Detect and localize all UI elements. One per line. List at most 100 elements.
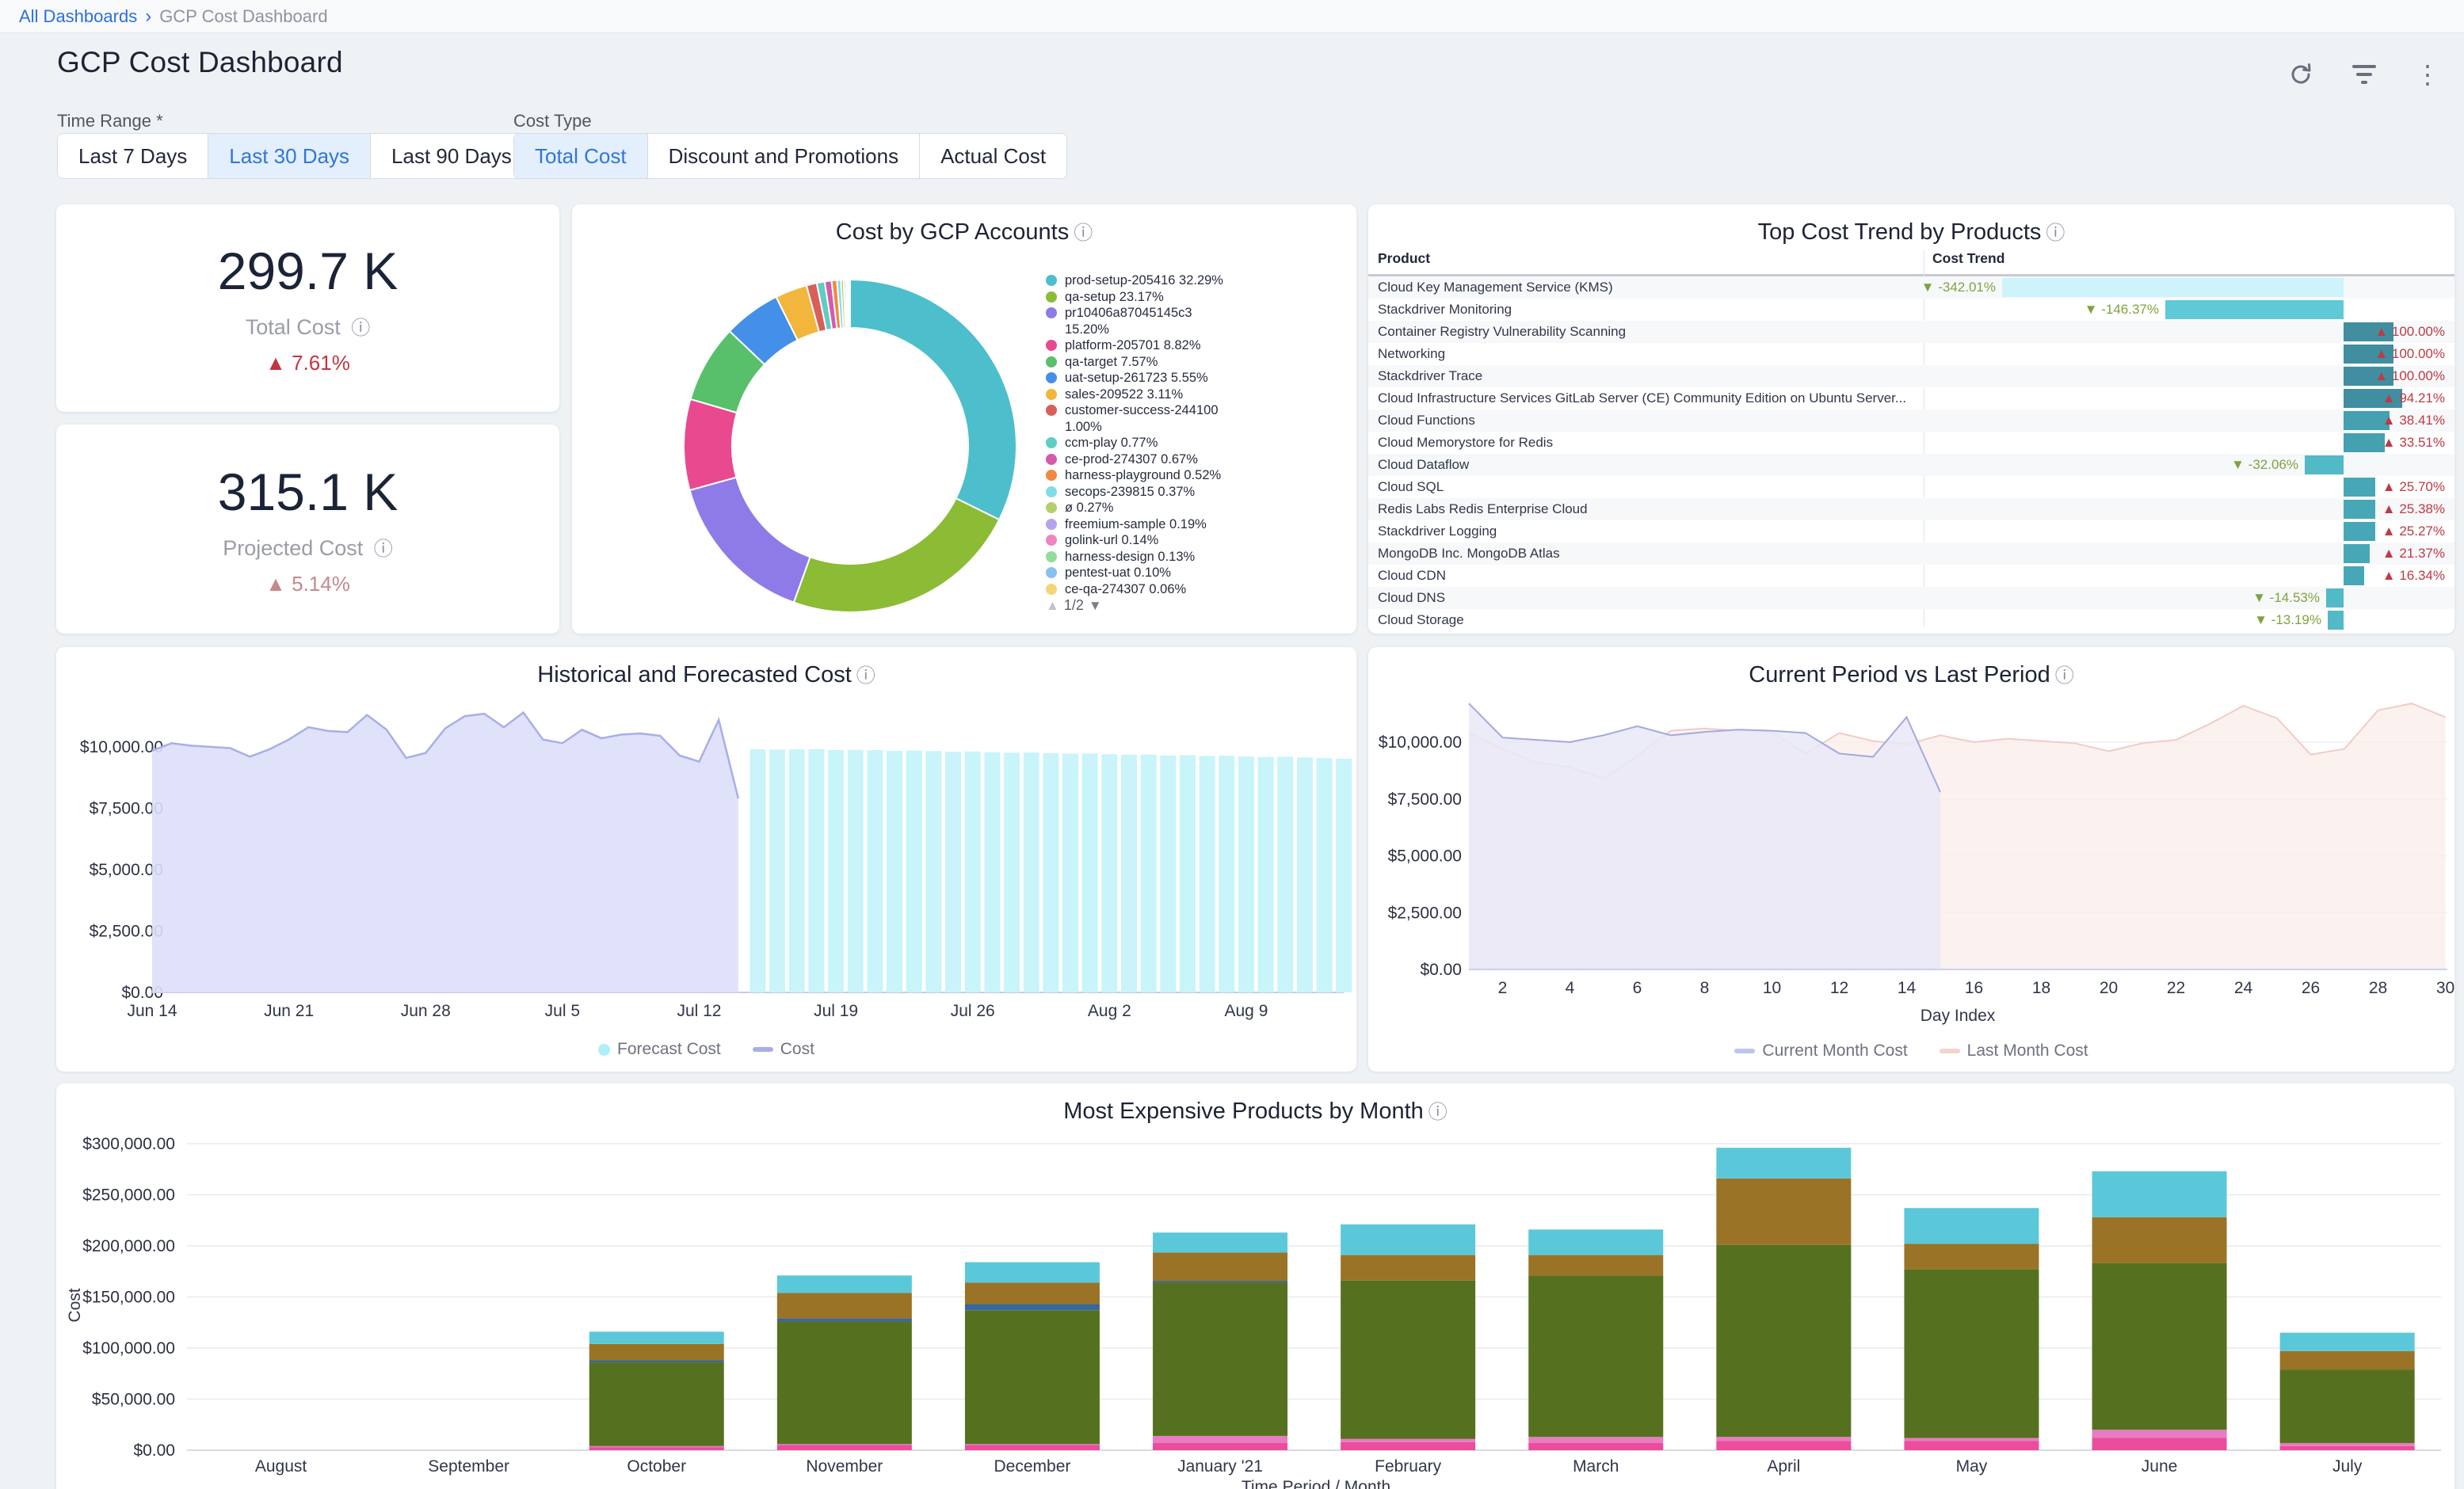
stacked-bar-segment[interactable]	[965, 1262, 1100, 1283]
stacked-bar-segment[interactable]	[1341, 1439, 1475, 1442]
legend-item[interactable]: Last Month Cost	[1940, 1042, 2088, 1061]
pager-up-icon[interactable]: ▲	[1046, 598, 1059, 614]
stacked-bar-segment[interactable]	[1341, 1255, 1475, 1281]
stacked-bar-segment[interactable]	[2280, 1446, 2415, 1450]
stacked-bar-segment[interactable]	[2092, 1171, 2227, 1217]
donut-slice[interactable]	[849, 280, 850, 328]
stacked-bar-segment[interactable]	[2280, 1333, 2415, 1351]
stacked-bar-segment[interactable]	[1341, 1281, 1475, 1439]
stacked-bar-segment[interactable]	[1153, 1232, 1287, 1252]
stacked-bar-segment[interactable]	[2280, 1443, 2415, 1446]
info-icon[interactable]: ⓘ	[2046, 223, 2065, 244]
donut-legend-item[interactable]: freemium-sample 0.19%	[1046, 516, 1347, 533]
stacked-bar-segment[interactable]	[1904, 1208, 2039, 1243]
cost-type-option[interactable]: Actual Cost	[920, 134, 1066, 178]
donut-legend-item[interactable]: qa-setup 23.17%	[1046, 289, 1347, 306]
stacked-bar-segment[interactable]	[2092, 1217, 2227, 1263]
stacked-bar-segment[interactable]	[1341, 1224, 1475, 1255]
stacked-bar-segment[interactable]	[777, 1444, 912, 1445]
donut-legend-item[interactable]: harness-design 0.13%	[1046, 549, 1347, 566]
donut-legend-item[interactable]: ce-qa-274307 0.06%	[1046, 581, 1347, 598]
donut-slice[interactable]	[794, 498, 999, 612]
stacked-bar-segment[interactable]	[2280, 1369, 2415, 1443]
stacked-bar-segment[interactable]	[1528, 1229, 1663, 1255]
donut-legend-item[interactable]: pr10406a87045145c3 15.20%	[1046, 305, 1347, 337]
filter-icon[interactable]	[2350, 60, 2378, 89]
legend-item[interactable]: Forecast Cost	[598, 1040, 721, 1059]
legend-item[interactable]: Current Month Cost	[1734, 1042, 1907, 1061]
donut-slice[interactable]	[690, 478, 811, 603]
stacked-bar-segment[interactable]	[1904, 1243, 2039, 1269]
cost-type-option[interactable]: Discount and Promotions	[648, 134, 920, 178]
stacked-bar-segment[interactable]	[589, 1331, 724, 1343]
stacked-bar-segment[interactable]	[965, 1444, 1100, 1445]
stacked-bar-segment[interactable]	[965, 1282, 1100, 1304]
donut-legend-item[interactable]: uat-setup-261723 5.55%	[1046, 370, 1347, 387]
stacked-bar-segment[interactable]	[777, 1293, 912, 1318]
time-range-option[interactable]: Last 30 Days	[208, 134, 371, 178]
kebab-menu-icon[interactable]: ⋮	[2413, 60, 2442, 89]
donut-legend-item[interactable]: ø 0.27%	[1046, 500, 1347, 516]
donut-legend-item[interactable]: golink-url 0.14%	[1046, 532, 1347, 549]
time-range-option[interactable]: Last 7 Days	[58, 134, 208, 178]
stacked-bar-segment[interactable]	[777, 1319, 912, 1322]
stacked-bar-segment[interactable]	[589, 1344, 724, 1361]
stacked-bar-segment[interactable]	[589, 1362, 724, 1446]
stacked-bar-segment[interactable]	[1528, 1443, 1663, 1450]
stacked-bar-segment[interactable]	[1341, 1442, 1475, 1450]
stacked-bar-segment[interactable]	[589, 1360, 724, 1362]
time-range-option[interactable]: Last 90 Days	[371, 134, 533, 178]
info-icon[interactable]: ⓘ	[374, 539, 393, 560]
stacked-bar-segment[interactable]	[589, 1447, 724, 1450]
stacked-bar-segment[interactable]	[1716, 1437, 1851, 1441]
pager-down-icon[interactable]: ▼	[1089, 598, 1102, 614]
stacked-bar-segment[interactable]	[1153, 1282, 1287, 1436]
stacked-bar-segment[interactable]	[1716, 1148, 1851, 1179]
stacked-bar-segment[interactable]	[1528, 1255, 1663, 1276]
stacked-bar-segment[interactable]	[1716, 1441, 1851, 1450]
stacked-bar-segment[interactable]	[1904, 1270, 2039, 1438]
stacked-bar-segment[interactable]	[1528, 1437, 1663, 1443]
stacked-bar-segment[interactable]	[965, 1445, 1100, 1450]
donut-legend-item[interactable]: pentest-uat 0.10%	[1046, 565, 1347, 581]
donut-slice[interactable]	[850, 280, 1016, 520]
donut-slice[interactable]	[684, 399, 737, 490]
stacked-bar-segment[interactable]	[1716, 1179, 1851, 1245]
stacked-bar-segment[interactable]	[1904, 1441, 2039, 1450]
svg-text:22: 22	[2167, 979, 2185, 997]
donut-legend-item[interactable]: secops-239815 0.37%	[1046, 484, 1347, 501]
donut-legend-item[interactable]: customer-success-244100 1.00%	[1046, 402, 1347, 435]
donut-legend-item[interactable]: ce-prod-274307 0.67%	[1046, 451, 1347, 468]
info-icon[interactable]: ⓘ	[351, 318, 370, 339]
donut-legend-item[interactable]: sales-209522 3.11%	[1046, 387, 1347, 403]
stacked-bar-segment[interactable]	[2092, 1438, 2227, 1450]
stacked-bar-segment[interactable]	[965, 1310, 1100, 1444]
donut-legend-item[interactable]: prod-setup-205416 32.29%	[1046, 272, 1347, 289]
cost-type-option[interactable]: Total Cost	[514, 134, 648, 178]
donut-legend-item[interactable]: ccm-play 0.77%	[1046, 435, 1347, 451]
stacked-bar-segment[interactable]	[1153, 1443, 1287, 1450]
stacked-bar-segment[interactable]	[1153, 1252, 1287, 1281]
breadcrumb-separator-icon: ›	[145, 6, 151, 28]
stacked-bar-segment[interactable]	[1716, 1245, 1851, 1438]
stacked-bar-segment[interactable]	[1904, 1438, 2039, 1441]
stacked-bar-segment[interactable]	[777, 1275, 912, 1293]
legend-item[interactable]: Cost	[753, 1040, 814, 1059]
stacked-bar-segment[interactable]	[777, 1445, 912, 1450]
stacked-bar-segment[interactable]	[777, 1321, 912, 1444]
stacked-bar-segment[interactable]	[1153, 1436, 1287, 1443]
stacked-bar-segment[interactable]	[2092, 1430, 2227, 1438]
donut-legend-item[interactable]: platform-205701 8.82%	[1046, 337, 1347, 354]
stacked-bar-segment[interactable]	[2280, 1351, 2415, 1369]
legend-label: ccm-play 0.77%	[1065, 435, 1223, 451]
stacked-bar-segment[interactable]	[965, 1304, 1100, 1311]
info-icon[interactable]: ⓘ	[1074, 223, 1093, 244]
breadcrumb-all-dashboards-link[interactable]: All Dashboards	[19, 6, 137, 27]
stacked-bar-segment[interactable]	[1528, 1275, 1663, 1437]
stacked-bar-segment[interactable]	[1153, 1281, 1287, 1283]
donut-legend-item[interactable]: qa-target 7.57%	[1046, 354, 1347, 371]
stacked-bar-segment[interactable]	[2092, 1263, 2227, 1430]
refresh-icon[interactable]	[2287, 60, 2315, 89]
stacked-bar-segment[interactable]	[589, 1446, 724, 1447]
donut-legend-item[interactable]: harness-playground 0.52%	[1046, 467, 1347, 484]
